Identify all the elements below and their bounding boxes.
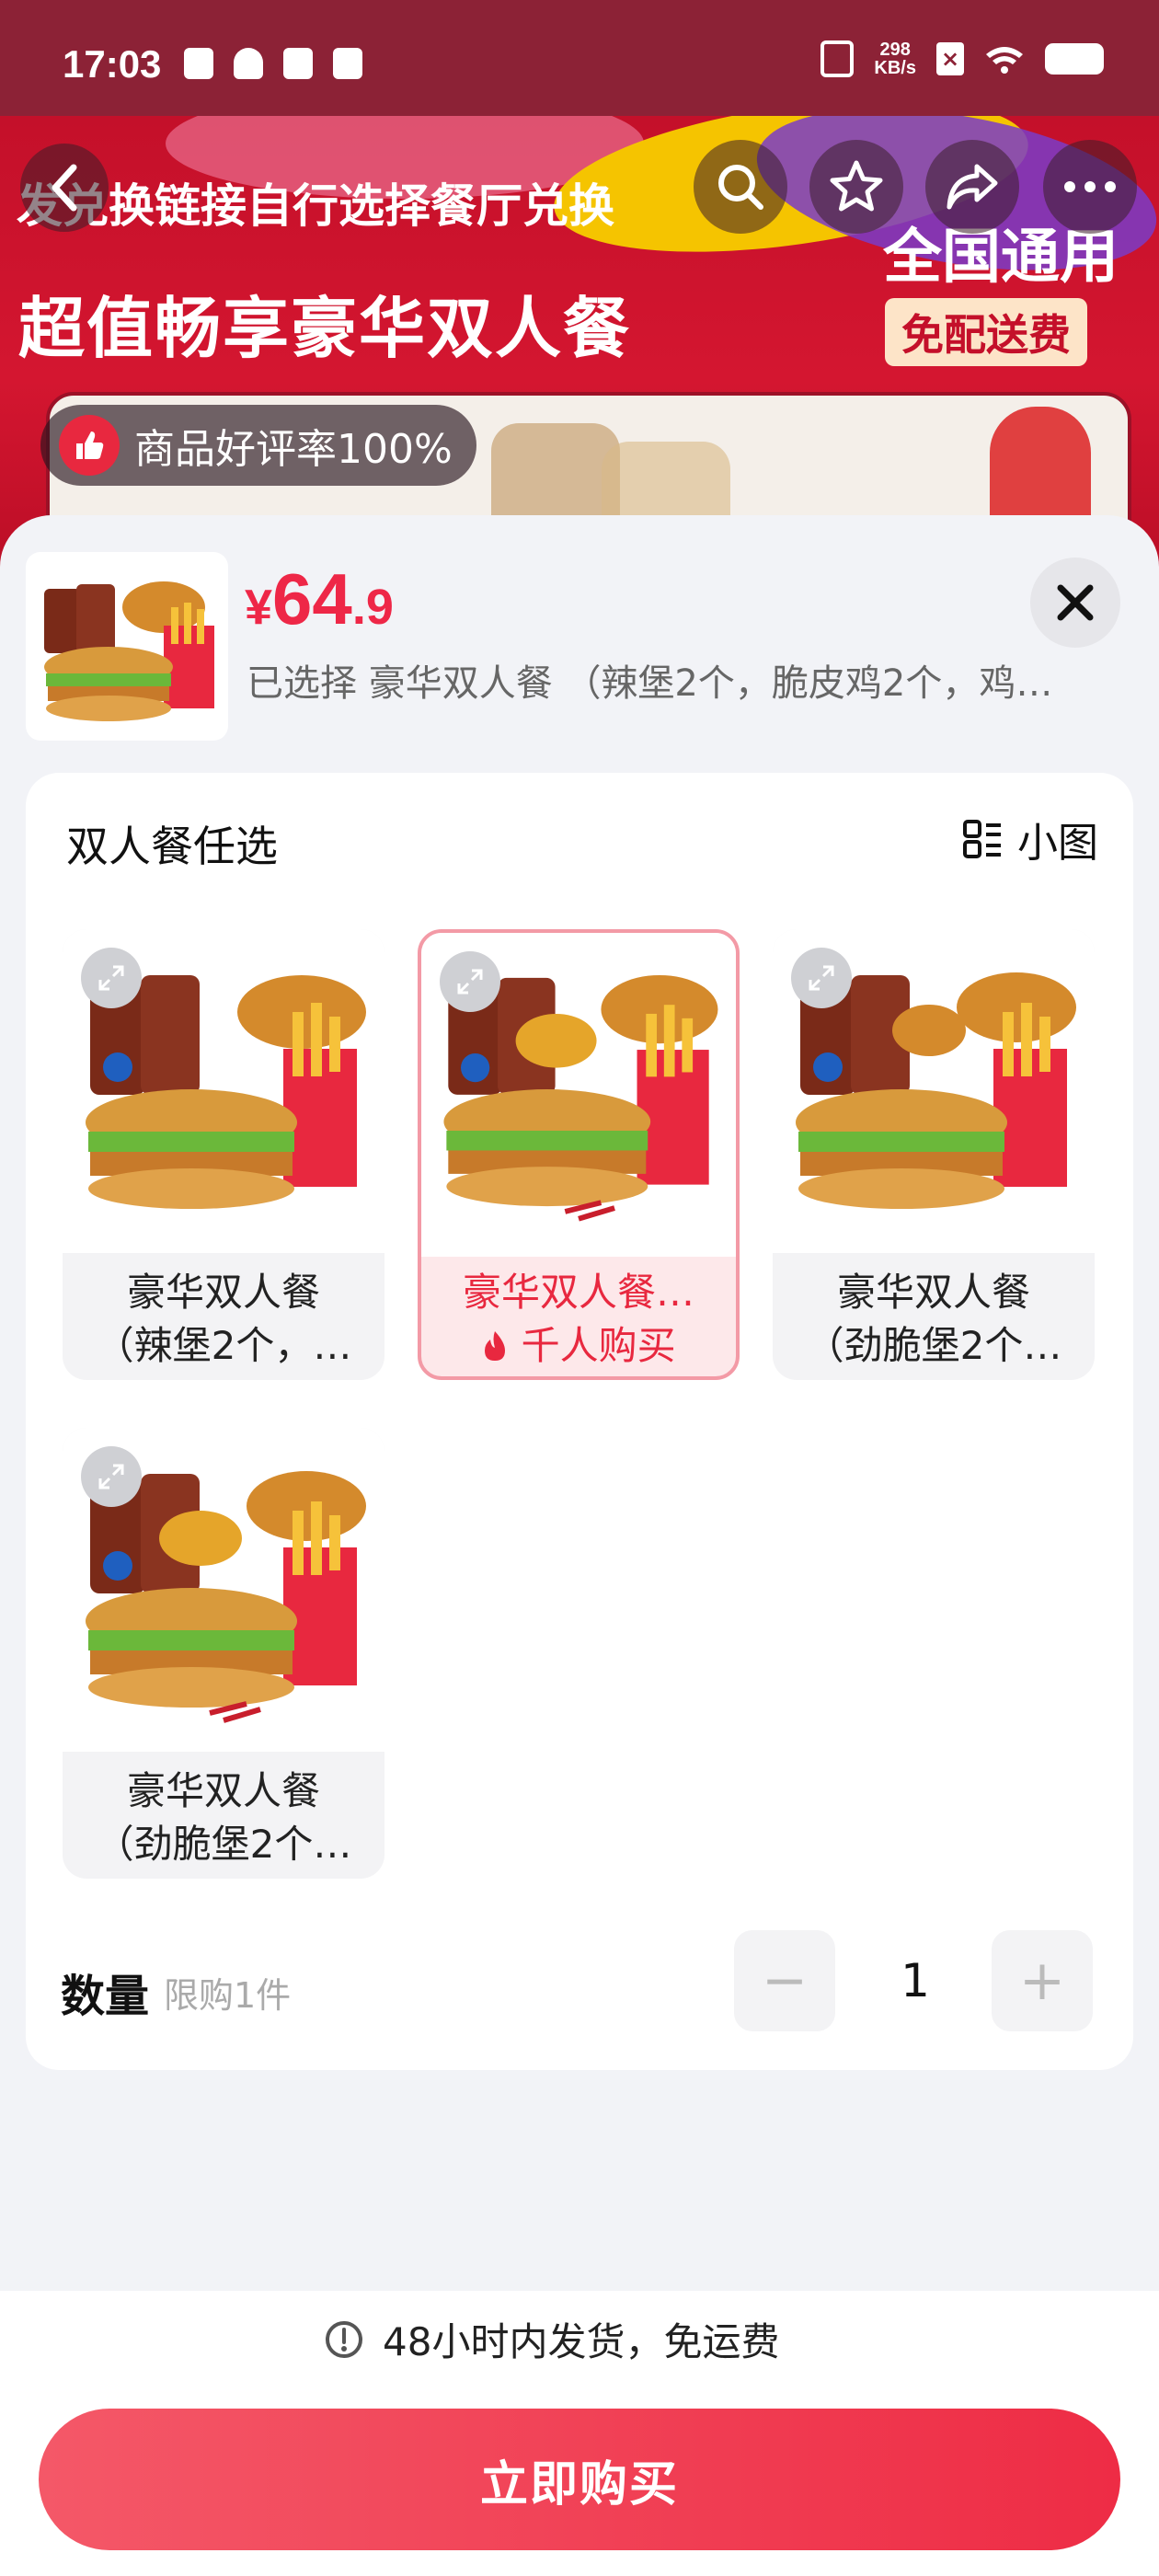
quantity-decrease-button[interactable]: − bbox=[734, 1930, 835, 2031]
bulb-icon bbox=[234, 48, 263, 79]
banner-title: 超值畅享豪华双人餐 bbox=[18, 290, 632, 367]
view-toggle[interactable]: 小图 bbox=[955, 810, 1098, 868]
product-thumbnail[interactable] bbox=[26, 552, 228, 741]
quantity-value[interactable]: 1 bbox=[865, 1930, 966, 2031]
more-icon bbox=[1064, 181, 1116, 192]
product-price: ¥64.9 bbox=[245, 558, 394, 639]
status-time: 17:03 bbox=[63, 42, 162, 86]
shipping-info: 48小时内发货，免运费 bbox=[318, 2311, 779, 2367]
back-button[interactable] bbox=[20, 144, 109, 232]
close-button[interactable] bbox=[1030, 558, 1120, 648]
selected-tag: （辣堡2个， bbox=[564, 662, 772, 705]
bottom-bar: 48小时内发货，免运费 立即购买 bbox=[0, 2291, 1159, 2576]
selected-tag: 脆皮鸡2个， bbox=[771, 662, 980, 705]
vibrate-icon bbox=[820, 40, 855, 77]
thumbs-up-icon bbox=[59, 415, 120, 476]
expand-icon[interactable] bbox=[440, 951, 500, 1012]
status-bar: 17:03 298 KB/s × bbox=[0, 0, 1159, 116]
status-right-icons: 298 KB/s × bbox=[820, 40, 1104, 77]
option-label: 豪华双人餐 （劲脆堡2个… bbox=[805, 1270, 1062, 1368]
option-label: 豪华双人餐 （辣堡2个，… bbox=[95, 1270, 352, 1368]
meal-image bbox=[44, 581, 214, 721]
rating-badge[interactable]: 商品好评率100% bbox=[40, 405, 476, 486]
expand-icon[interactable] bbox=[791, 948, 852, 1008]
option-item[interactable]: 豪华双人餐 （劲脆堡2个… bbox=[63, 1428, 384, 1879]
status-left-icons bbox=[184, 48, 362, 79]
option-label: 豪华双人餐 （劲脆堡2个… bbox=[95, 1768, 352, 1867]
buy-now-button[interactable]: 立即购买 bbox=[39, 2409, 1120, 2550]
shipping-text: 48小时内发货，免运费 bbox=[383, 2319, 780, 2364]
minus-icon: − bbox=[761, 1949, 809, 2013]
option-item[interactable]: 豪华双人餐 （劲脆堡2个… bbox=[773, 929, 1095, 1380]
close-icon bbox=[1057, 584, 1094, 621]
expand-icon[interactable] bbox=[81, 1446, 142, 1507]
option-item[interactable]: 豪华双人餐 （辣堡2个，… bbox=[63, 929, 384, 1380]
no-sim-icon: × bbox=[936, 42, 964, 75]
info-icon[interactable] bbox=[318, 2314, 370, 2365]
notification-icon bbox=[184, 48, 213, 79]
plus-icon: + bbox=[1018, 1949, 1066, 2013]
message-icon bbox=[283, 48, 313, 79]
net-speed: 298 KB/s bbox=[874, 40, 916, 78]
selected-summary: 已选择 豪华双人餐 （辣堡2个， 脆皮鸡2个， 鸡… bbox=[247, 653, 1052, 707]
view-toggle-label[interactable]: 小图 bbox=[1017, 810, 1098, 868]
wifi-icon bbox=[986, 47, 1023, 74]
selected-tag: 鸡… bbox=[979, 662, 1053, 705]
star-icon bbox=[830, 160, 883, 212]
search-icon bbox=[718, 165, 763, 210]
options-card: 双人餐任选 小图 豪华双人餐 （辣堡2个，… 豪华双人餐… 千人购买 豪华双人餐… bbox=[26, 773, 1133, 2070]
option-label: 豪华双人餐… 千人购买 bbox=[462, 1270, 694, 1368]
list-view-icon[interactable] bbox=[955, 811, 1010, 867]
favorite-button[interactable] bbox=[809, 140, 903, 234]
quantity-increase-button[interactable]: + bbox=[992, 1930, 1093, 2031]
back-icon bbox=[52, 164, 77, 212]
banner-free-delivery: 免配送费 bbox=[885, 298, 1087, 366]
search-button[interactable] bbox=[694, 140, 787, 234]
battery-icon bbox=[1045, 43, 1104, 75]
share-icon bbox=[947, 164, 998, 210]
sku-selector-sheet: ¥64.9 已选择 豪华双人餐 （辣堡2个， 脆皮鸡2个， 鸡… 双人餐任选 小图 bbox=[0, 515, 1159, 2576]
app-icon bbox=[333, 48, 362, 79]
option-item-selected[interactable]: 豪华双人餐… 千人购买 bbox=[418, 929, 740, 1380]
options-title: 双人餐任选 bbox=[66, 822, 278, 871]
expand-icon[interactable] bbox=[81, 948, 142, 1008]
more-button[interactable] bbox=[1043, 140, 1137, 234]
quantity-label: 数量 bbox=[61, 1971, 150, 2022]
rating-text: 商品好评率100% bbox=[134, 426, 453, 473]
fire-icon bbox=[481, 1323, 509, 1361]
quantity-limit: 限购1件 bbox=[164, 1975, 292, 2016]
share-button[interactable] bbox=[925, 140, 1019, 234]
